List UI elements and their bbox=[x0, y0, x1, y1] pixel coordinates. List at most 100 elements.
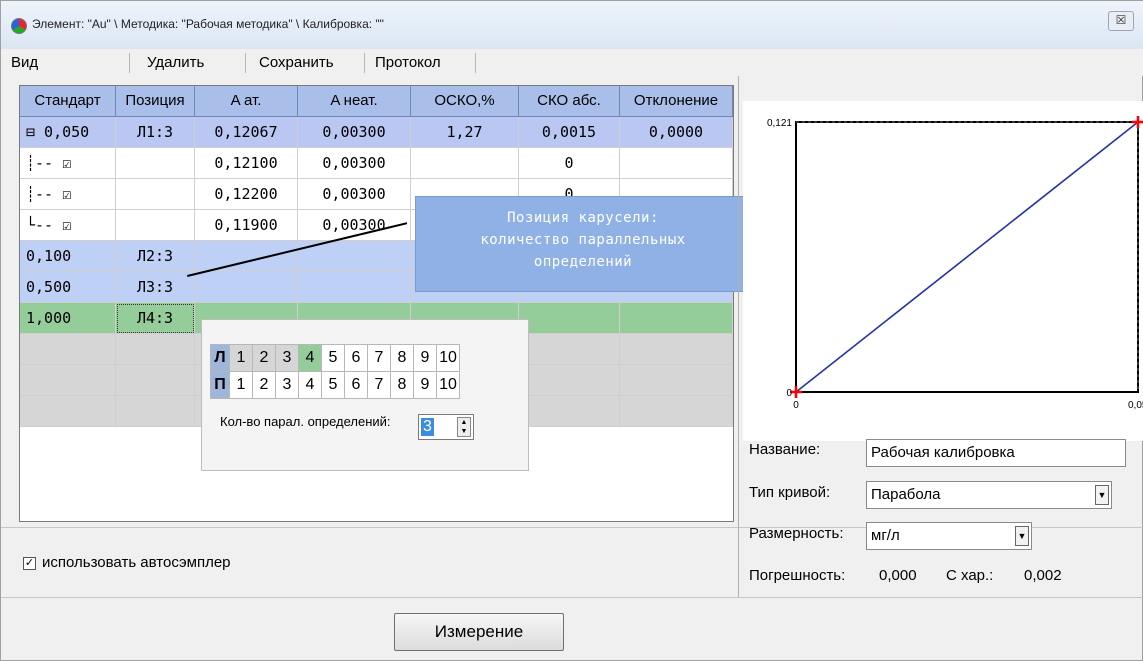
position-p-6[interactable]: 6 bbox=[344, 371, 368, 399]
cell-standard[interactable]: 1,000 bbox=[20, 303, 116, 334]
cell-a-nonatomic[interactable]: 0,00300 bbox=[298, 117, 411, 148]
position-l-1[interactable]: 1 bbox=[229, 344, 253, 372]
cell-standard[interactable] bbox=[20, 396, 116, 427]
table-row[interactable]: ┊-- ☑ 0,12100 0,00300 0 bbox=[20, 148, 733, 179]
cell-position[interactable]: Л3:3 bbox=[116, 272, 195, 303]
cell-a-atomic[interactable]: 0,12100 bbox=[195, 148, 298, 179]
chart-background bbox=[743, 101, 1143, 441]
position-l-8[interactable]: 8 bbox=[390, 344, 414, 372]
position-l-9[interactable]: 9 bbox=[413, 344, 437, 372]
header-rsd[interactable]: ОСКО,% bbox=[411, 86, 519, 117]
cell-checkbox[interactable]: └-- ☑ bbox=[20, 210, 116, 241]
position-p-7[interactable]: 7 bbox=[367, 371, 391, 399]
spin-up-icon[interactable]: ▲ bbox=[459, 418, 469, 427]
position-p-10[interactable]: 10 bbox=[436, 371, 460, 399]
position-l-10[interactable]: 10 bbox=[436, 344, 460, 372]
cell-a-nonatomic[interactable]: 0,00300 bbox=[298, 148, 411, 179]
cell-sd-abs[interactable] bbox=[519, 334, 620, 365]
cell-sd-abs[interactable]: 0 bbox=[519, 148, 620, 179]
cell-a-atomic[interactable] bbox=[195, 272, 298, 303]
position-l-3[interactable]: 3 bbox=[275, 344, 299, 372]
cell-a-atomic[interactable]: 0,12200 bbox=[195, 179, 298, 210]
cell-checkbox[interactable]: ┊-- ☑ bbox=[20, 148, 116, 179]
cell-a-atomic[interactable] bbox=[195, 241, 298, 272]
autosampler-checkbox[interactable]: ✓ bbox=[23, 556, 36, 570]
position-l-5[interactable]: 5 bbox=[321, 344, 345, 372]
cell-standard[interactable] bbox=[20, 365, 116, 396]
cell-rsd[interactable] bbox=[411, 148, 519, 179]
cell-position[interactable] bbox=[116, 396, 195, 427]
cell-deviation[interactable] bbox=[620, 396, 733, 427]
parallel-count-spinner[interactable]: 3 ▲ ▼ bbox=[418, 414, 474, 440]
carousel-tooltip: Позиция карусели: количество параллельны… bbox=[415, 196, 751, 292]
position-p-4[interactable]: 4 bbox=[298, 371, 322, 399]
cell-deviation[interactable] bbox=[620, 148, 733, 179]
menu-delete[interactable]: Удалить bbox=[143, 49, 208, 76]
position-l-6[interactable]: 6 bbox=[344, 344, 368, 372]
cell-position[interactable] bbox=[116, 148, 195, 179]
header-a-nonatomic[interactable]: A неат. bbox=[298, 86, 411, 117]
cell-sd-abs[interactable]: 0,0015 bbox=[519, 117, 620, 148]
menu-protocol[interactable]: Протокол bbox=[371, 49, 445, 76]
measure-button[interactable]: Измерение bbox=[394, 613, 564, 651]
chevron-down-icon[interactable]: ▼ bbox=[1095, 485, 1109, 505]
position-picker-popup: Л 1 2 3 4 5 6 7 8 9 10 П 1 2 3 4 5 6 7 8… bbox=[201, 319, 529, 471]
cell-a-atomic[interactable]: 0,11900 bbox=[195, 210, 298, 241]
close-button[interactable]: ☒ bbox=[1108, 11, 1134, 31]
cell-standard[interactable]: ⊟ 0,050 bbox=[20, 117, 116, 148]
cell-deviation[interactable] bbox=[620, 334, 733, 365]
cell-a-atomic[interactable]: 0,12067 bbox=[195, 117, 298, 148]
header-standard[interactable]: Стандарт bbox=[20, 86, 116, 117]
cell-position[interactable] bbox=[116, 179, 195, 210]
cell-deviation[interactable]: 0,0000 bbox=[620, 117, 733, 148]
cell-a-nonatomic[interactable]: 0,00300 bbox=[298, 179, 411, 210]
header-position[interactable]: Позиция bbox=[116, 86, 195, 117]
cell-rsd[interactable]: 1,27 bbox=[411, 117, 519, 148]
curve-type-label: Тип кривой: bbox=[749, 484, 831, 501]
autosampler-option[interactable]: ✓ использовать автосэмплер bbox=[23, 554, 231, 571]
cell-deviation[interactable] bbox=[620, 303, 733, 334]
cell-standard[interactable] bbox=[20, 334, 116, 365]
cell-standard[interactable]: 0,100 bbox=[20, 241, 116, 272]
position-p-3[interactable]: 3 bbox=[275, 371, 299, 399]
menu-separator bbox=[364, 53, 365, 73]
position-l-2[interactable]: 2 bbox=[252, 344, 276, 372]
cell-checkbox[interactable]: ┊-- ☑ bbox=[20, 179, 116, 210]
parallel-count-label: Кол-во парал. определений: bbox=[220, 414, 391, 429]
cell-sd-abs[interactable] bbox=[519, 303, 620, 334]
menu-save[interactable]: Сохранить bbox=[255, 49, 338, 76]
spin-down-icon[interactable]: ▼ bbox=[459, 427, 469, 436]
header-sd-abs[interactable]: СКО абс. bbox=[519, 86, 620, 117]
position-p-5[interactable]: 5 bbox=[321, 371, 345, 399]
cell-position[interactable] bbox=[116, 334, 195, 365]
cell-position[interactable]: Л1:3 bbox=[116, 117, 195, 148]
header-deviation[interactable]: Отклонение bbox=[620, 86, 733, 117]
cell-position[interactable]: Л4:3 bbox=[116, 303, 195, 334]
cell-standard[interactable]: 0,500 bbox=[20, 272, 116, 303]
cell-position[interactable]: Л2:3 bbox=[116, 241, 195, 272]
position-p-8[interactable]: 8 bbox=[390, 371, 414, 399]
menu-view[interactable]: Вид bbox=[7, 49, 42, 76]
header-a-atomic[interactable]: A ат. bbox=[195, 86, 298, 117]
position-l-7[interactable]: 7 bbox=[367, 344, 391, 372]
position-p-9[interactable]: 9 bbox=[413, 371, 437, 399]
cell-position[interactable] bbox=[116, 365, 195, 396]
spinner-buttons: ▲ ▼ bbox=[457, 417, 471, 437]
position-p-2[interactable]: 2 bbox=[252, 371, 276, 399]
calibration-name-field[interactable]: Рабочая калибровка bbox=[866, 439, 1126, 467]
cell-a-nonatomic[interactable] bbox=[298, 272, 411, 303]
chevron-down-icon[interactable]: ▼ bbox=[1015, 526, 1029, 546]
cell-position[interactable] bbox=[116, 210, 195, 241]
unit-select[interactable]: мг/л ▼ bbox=[866, 522, 1032, 550]
cell-sd-abs[interactable] bbox=[519, 396, 620, 427]
cell-sd-abs[interactable] bbox=[519, 365, 620, 396]
unit-label: Размерность: bbox=[749, 525, 844, 542]
parallel-count-value[interactable]: 3 bbox=[421, 418, 434, 436]
table-row[interactable]: ⊟ 0,050 Л1:3 0,12067 0,00300 1,27 0,0015… bbox=[20, 117, 733, 148]
curve-type-select[interactable]: Парабола ▼ bbox=[866, 481, 1112, 509]
position-l-4[interactable]: 4 bbox=[298, 344, 322, 372]
row-p-label: П bbox=[210, 371, 230, 399]
main-window: Элемент: "Au" \ Методика: "Рабочая метод… bbox=[0, 0, 1143, 661]
cell-deviation[interactable] bbox=[620, 365, 733, 396]
position-p-1[interactable]: 1 bbox=[229, 371, 253, 399]
